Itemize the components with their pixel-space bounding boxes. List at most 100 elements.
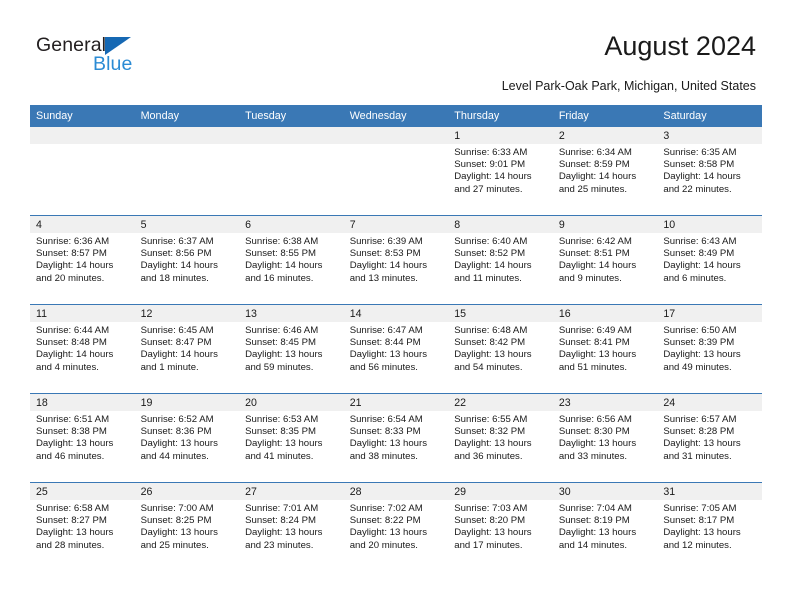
- calendar-day-cell[interactable]: 24 Sunrise: 6:57 AM Sunset: 8:28 PM Dayligh…: [657, 393, 762, 483]
- daylight-text: and 41 minutes.: [245, 450, 314, 462]
- calendar-day-cell[interactable]: 17 Sunrise: 6:50 AM Sunset: 8:39 PM Dayligh…: [657, 304, 762, 394]
- sunrise-text: Sunrise: 6:57 AM: [663, 414, 737, 425]
- calendar-day-cell[interactable]: 31 Sunrise: 7:05 AM Sunset: 8:17 PM Dayligh…: [657, 482, 762, 571]
- page-title: August 2024: [604, 31, 756, 61]
- day-cell-details: Sunrise: 7:02 AM Sunset: 8:22 PM Daylight:…: [344, 500, 449, 552]
- sunset-text: Sunset: 8:49 PM: [663, 248, 735, 260]
- day-cell-details: Sunrise: 6:35 AM Sunset: 8:58 PM Daylight:…: [657, 144, 762, 196]
- daylight-text: and 56 minutes.: [349, 361, 418, 373]
- calendar-day-cell[interactable]: 2 Sunrise: 6:34 AM Sunset: 8:59 PM Daylight…: [552, 127, 658, 216]
- page-header: General Blue August 2024 Level Park-Oak …: [0, 0, 792, 100]
- day-cell-details: Sunrise: 6:34 AM Sunset: 8:59 PM Daylight:…: [553, 144, 658, 196]
- sunset-text: Sunset: 8:57 PM: [36, 248, 107, 260]
- sunrise-text: Sunrise: 6:45 AM: [140, 325, 214, 336]
- calendar-day-cell[interactable]: 30 Sunrise: 7:04 AM Sunset: 8:19 PM Dayligh…: [552, 482, 658, 571]
- day-number: 30: [552, 483, 658, 500]
- day-number: 6: [239, 216, 344, 233]
- day-cell-details: Sunrise: 6:37 AM Sunset: 8:56 PM Daylight:…: [135, 233, 240, 285]
- calendar-day-cell[interactable]: 14 Sunrise: 6:47 AM Sunset: 8:44 PM Dayligh…: [343, 304, 449, 394]
- daylight-text: and 51 minutes.: [558, 361, 628, 373]
- sunrise-text: Sunrise: 6:42 AM: [558, 236, 632, 247]
- calendar-day-cell[interactable]: 23 Sunrise: 6:56 AM Sunset: 8:30 PM Dayligh…: [552, 393, 658, 483]
- day-number: 27: [239, 483, 344, 500]
- calendar-day-cell[interactable]: 9 Sunrise: 6:42 AM Sunset: 8:51 PM Daylight…: [552, 215, 658, 305]
- day-number: 10: [657, 216, 762, 233]
- sunset-text: Sunset: 8:36 PM: [140, 426, 212, 438]
- daylight-text: Daylight: 14 hours: [454, 171, 532, 183]
- calendar-day-cell[interactable]: 25 Sunrise: 6:58 AM Sunset: 8:27 PM Dayligh…: [30, 482, 135, 571]
- day-number: 9: [552, 216, 658, 233]
- daylight-text: and 17 minutes.: [454, 539, 523, 551]
- calendar-day-cell[interactable]: 1 Sunrise: 6:33 AM Sunset: 9:01 PM Daylight…: [448, 127, 553, 216]
- calendar-day-cell[interactable]: 21 Sunrise: 6:54 AM Sunset: 8:33 PM Dayligh…: [343, 393, 449, 483]
- calendar-column-header-monday: Monday: [134, 105, 240, 127]
- calendar-day-cell[interactable]: 26 Sunrise: 7:00 AM Sunset: 8:25 PM Dayligh…: [134, 482, 240, 571]
- day-number: 21: [343, 394, 449, 411]
- calendar-day-cell[interactable]: 11 Sunrise: 6:44 AM Sunset: 8:48 PM Dayligh…: [30, 304, 135, 394]
- sunrise-text: Sunrise: 7:05 AM: [663, 503, 737, 514]
- day-cell-details: Sunrise: 6:42 AM Sunset: 8:51 PM Daylight:…: [553, 233, 658, 285]
- daylight-text: and 31 minutes.: [663, 450, 732, 462]
- daylight-text: Daylight: 13 hours: [663, 438, 741, 450]
- day-cell-details: Sunrise: 6:44 AM Sunset: 8:48 PM Daylight:…: [30, 322, 135, 374]
- day-cell-details: Sunrise: 7:00 AM Sunset: 8:25 PM Daylight:…: [135, 500, 240, 552]
- calendar-day-cell[interactable]: 3 Sunrise: 6:35 AM Sunset: 8:58 PM Daylight…: [657, 127, 762, 216]
- daylight-text: and 11 minutes.: [454, 272, 522, 284]
- daylight-text: and 13 minutes.: [349, 272, 418, 284]
- calendar-day-cell[interactable]: 10 Sunrise: 6:43 AM Sunset: 8:49 PM Dayligh…: [657, 215, 762, 305]
- sunset-text: Sunset: 8:25 PM: [140, 515, 212, 527]
- general-blue-logo[interactable]: General Blue: [36, 35, 216, 84]
- calendar-day-cell[interactable]: 27 Sunrise: 7:01 AM Sunset: 8:24 PM Dayligh…: [239, 482, 344, 571]
- day-number: 31: [657, 483, 762, 500]
- day-cell-details: Sunrise: 6:47 AM Sunset: 8:44 PM Daylight:…: [344, 322, 449, 374]
- day-cell-details: Sunrise: 6:50 AM Sunset: 8:39 PM Daylight:…: [657, 322, 762, 374]
- sunset-text: Sunset: 8:51 PM: [558, 248, 630, 260]
- calendar-day-cell[interactable]: 8 Sunrise: 6:40 AM Sunset: 8:52 PM Daylight…: [448, 215, 553, 305]
- calendar-day-cell-empty: [343, 127, 449, 216]
- calendar-day-cell[interactable]: 16 Sunrise: 6:49 AM Sunset: 8:41 PM Dayligh…: [552, 304, 658, 394]
- daylight-text: Daylight: 14 hours: [140, 260, 218, 272]
- daylight-text: Daylight: 13 hours: [663, 349, 741, 361]
- calendar-day-cell[interactable]: 4 Sunrise: 6:36 AM Sunset: 8:57 PM Daylight…: [30, 215, 135, 305]
- sunrise-text: Sunrise: 6:36 AM: [36, 236, 110, 247]
- calendar-day-cell[interactable]: 15 Sunrise: 6:48 AM Sunset: 8:42 PM Dayligh…: [448, 304, 553, 394]
- sunset-text: Sunset: 8:56 PM: [140, 248, 212, 260]
- calendar-day-cell[interactable]: 6 Sunrise: 6:38 AM Sunset: 8:55 PM Daylight…: [239, 215, 344, 305]
- daylight-text: Daylight: 13 hours: [349, 349, 428, 361]
- daylight-text: and 27 minutes.: [454, 183, 523, 195]
- daylight-text: and 38 minutes.: [349, 450, 418, 462]
- daylight-text: and 59 minutes.: [245, 361, 314, 373]
- sunset-text: Sunset: 8:22 PM: [349, 515, 421, 527]
- calendar-day-cell[interactable]: 5 Sunrise: 6:37 AM Sunset: 8:56 PM Daylight…: [134, 215, 240, 305]
- daylight-text: Daylight: 13 hours: [245, 438, 323, 450]
- sunrise-text: Sunrise: 6:43 AM: [663, 236, 737, 247]
- calendar-day-cell[interactable]: 22 Sunrise: 6:55 AM Sunset: 8:32 PM Dayligh…: [448, 393, 553, 483]
- sunrise-text: Sunrise: 6:55 AM: [454, 414, 528, 425]
- day-cell-details: Sunrise: 7:03 AM Sunset: 8:20 PM Daylight:…: [448, 500, 553, 552]
- calendar-day-cell[interactable]: 28 Sunrise: 7:02 AM Sunset: 8:22 PM Dayligh…: [343, 482, 449, 571]
- daylight-text: Daylight: 14 hours: [36, 349, 114, 361]
- calendar-day-cell[interactable]: 18 Sunrise: 6:51 AM Sunset: 8:38 PM Dayligh…: [30, 393, 135, 483]
- sunset-text: Sunset: 8:42 PM: [454, 337, 526, 349]
- day-number: 17: [657, 305, 762, 322]
- calendar-day-cell[interactable]: 12 Sunrise: 6:45 AM Sunset: 8:47 PM Dayligh…: [134, 304, 240, 394]
- day-cell-details: Sunrise: 7:01 AM Sunset: 8:24 PM Daylight:…: [239, 500, 344, 552]
- sunset-text: Sunset: 8:32 PM: [454, 426, 526, 438]
- daylight-text: Daylight: 13 hours: [36, 527, 114, 539]
- sunset-text: Sunset: 8:30 PM: [558, 426, 630, 438]
- day-number: 29: [448, 483, 553, 500]
- sunset-text: Sunset: 8:59 PM: [558, 159, 630, 171]
- daylight-text: Daylight: 14 hours: [36, 260, 114, 272]
- daylight-text: and 4 minutes.: [36, 361, 99, 373]
- daylight-text: Daylight: 13 hours: [140, 438, 218, 450]
- day-cell-details: Sunrise: 6:36 AM Sunset: 8:57 PM Daylight:…: [30, 233, 135, 285]
- day-cell-details: Sunrise: 6:39 AM Sunset: 8:53 PM Daylight:…: [344, 233, 449, 285]
- daylight-text: Daylight: 13 hours: [454, 349, 532, 361]
- calendar-day-cell[interactable]: 29 Sunrise: 7:03 AM Sunset: 8:20 PM Dayligh…: [448, 482, 553, 571]
- calendar-day-cell[interactable]: 13 Sunrise: 6:46 AM Sunset: 8:45 PM Dayligh…: [239, 304, 344, 394]
- calendar-day-cell[interactable]: 19 Sunrise: 6:52 AM Sunset: 8:36 PM Dayligh…: [134, 393, 240, 483]
- calendar-day-cell[interactable]: 20 Sunrise: 6:53 AM Sunset: 8:35 PM Dayligh…: [239, 393, 344, 483]
- daylight-text: and 25 minutes.: [558, 183, 628, 195]
- calendar-day-cell[interactable]: 7 Sunrise: 6:39 AM Sunset: 8:53 PM Daylight…: [343, 215, 449, 305]
- day-number: 28: [343, 483, 449, 500]
